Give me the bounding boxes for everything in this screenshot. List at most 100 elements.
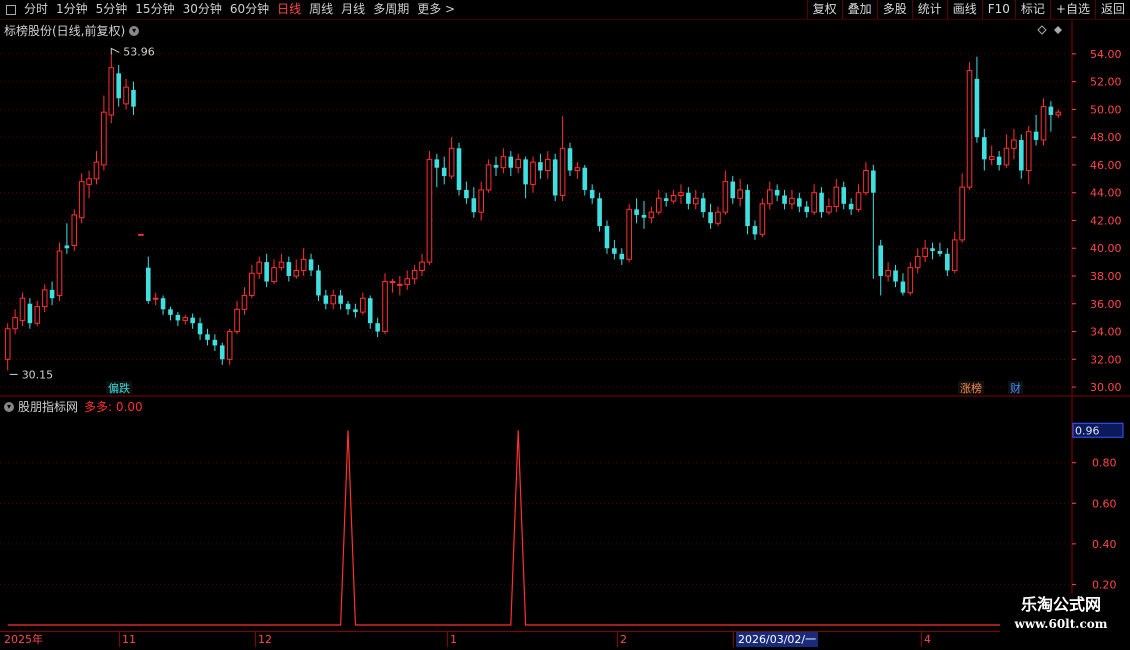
toolbar-button[interactable]: 统计 [911,0,947,19]
toolbar: 分时 1分钟 5分钟 15分钟 30分钟 60分钟 日线 周线 月线 多周期 更多 > 复权 叠加 多股… [0,0,1130,20]
candle [367,295,373,329]
toolbar-button[interactable]: 画线 [946,0,982,19]
toolbar-button[interactable]: F10 [981,0,1015,19]
candle [538,153,543,179]
candle [737,178,743,207]
candle-body [264,262,269,282]
candle [826,198,832,215]
candle [745,184,750,235]
period-tab[interactable]: 更多 > [413,0,459,19]
date-label: 11 [122,633,136,646]
candle-body [300,258,307,271]
toolbar-button[interactable]: 多股 [876,0,912,19]
candle [219,342,225,365]
candle [759,198,766,238]
chevron-down-icon[interactable]: ▾ [4,401,14,412]
candle-body [708,212,713,224]
period-tab[interactable]: 分时 [20,0,52,19]
candle-body [907,267,914,294]
candle-body [101,111,107,166]
candle [168,306,173,321]
period-tab[interactable]: 周线 [305,0,337,19]
candle-body [937,251,943,254]
candle [797,192,802,213]
period-tab[interactable]: 30分钟 [179,0,226,19]
period-tab[interactable]: 15分钟 [131,0,178,19]
candle [663,192,669,207]
toolbar-button[interactable]: 叠加 [841,0,877,19]
period-tab[interactable]: 多周期 [369,0,413,19]
candle [12,309,18,335]
candle-body [855,192,862,210]
y-tick-label: 42.00 [1090,214,1122,227]
candle [692,189,699,210]
candle-body [612,248,617,254]
candle-body [582,167,588,190]
candle [988,145,995,165]
candle [426,151,433,265]
period-tab[interactable]: 1分钟 [52,0,92,19]
candle-body [448,147,455,177]
candle [878,239,884,296]
low-price-label: 30.15 [22,368,54,381]
candle-body [574,167,581,171]
sub-chart-title-bar: ▾ 股朋指标网 多多: 0.00 [4,398,143,415]
period-tab[interactable]: 日线 [273,0,305,19]
chevron-down-icon[interactable]: ▾ [129,25,140,36]
candle-body [123,86,129,105]
candle-body [737,189,743,199]
candle [1033,114,1039,146]
candle [907,262,914,296]
toolbar-button[interactable]: 返回 [1094,0,1130,19]
y-tick-label: 38.00 [1090,270,1122,283]
candle [330,289,337,310]
toolbar-button[interactable]: 复权 [806,0,842,19]
candle-body [914,256,921,269]
candle [574,162,581,179]
candle [589,184,595,204]
candle-body [190,317,195,324]
y-tick-label: 50.00 [1090,103,1122,116]
marker-badge: 偏跌 [108,381,130,395]
candle-body [478,189,485,213]
candle-body [730,181,736,199]
candle [604,220,610,254]
candle [811,184,817,215]
date-tick [733,632,734,647]
window-square-icon[interactable] [6,4,16,15]
candle-body [692,197,699,205]
candle [871,164,876,279]
candle [300,248,307,276]
candle-body [959,186,965,241]
period-tab[interactable]: 5分钟 [92,0,132,19]
kline-chart[interactable]: 54.00 52.00 50.00 48.00 46.00 44.00 42.00 40.00… [0,20,1130,631]
candle-body [197,323,203,335]
candle-body [493,164,499,168]
candle [545,151,551,179]
candle-body [471,198,477,213]
y-tick-label: 48.00 [1090,131,1122,144]
candle [249,264,255,299]
period-tab[interactable]: 60分钟 [226,0,273,19]
candle-body [419,261,425,271]
candle [293,259,300,279]
candle [559,116,566,202]
candle-body [604,226,610,249]
logo-line2: www.60lt.com [1014,617,1108,631]
period-tab[interactable]: 月线 [337,0,369,19]
y-tick-label: 44.00 [1090,187,1122,200]
candle [597,192,602,232]
candle-body [367,298,373,324]
toolbar-button[interactable]: 标记 [1014,0,1050,19]
candle-body [833,186,840,208]
date-tick [617,632,618,647]
candle [582,164,588,196]
candle [1040,98,1047,146]
candle-body [1025,131,1032,171]
toolbar-buttons: 复权 叠加 多股 统计 画线 F10 标记 +自选 返回 [806,0,1130,19]
candle-body [323,295,329,304]
candle-body [552,159,558,196]
toolbar-button[interactable]: +自选 [1049,0,1095,19]
candle-body [241,294,248,310]
date-label: 12 [258,633,272,646]
